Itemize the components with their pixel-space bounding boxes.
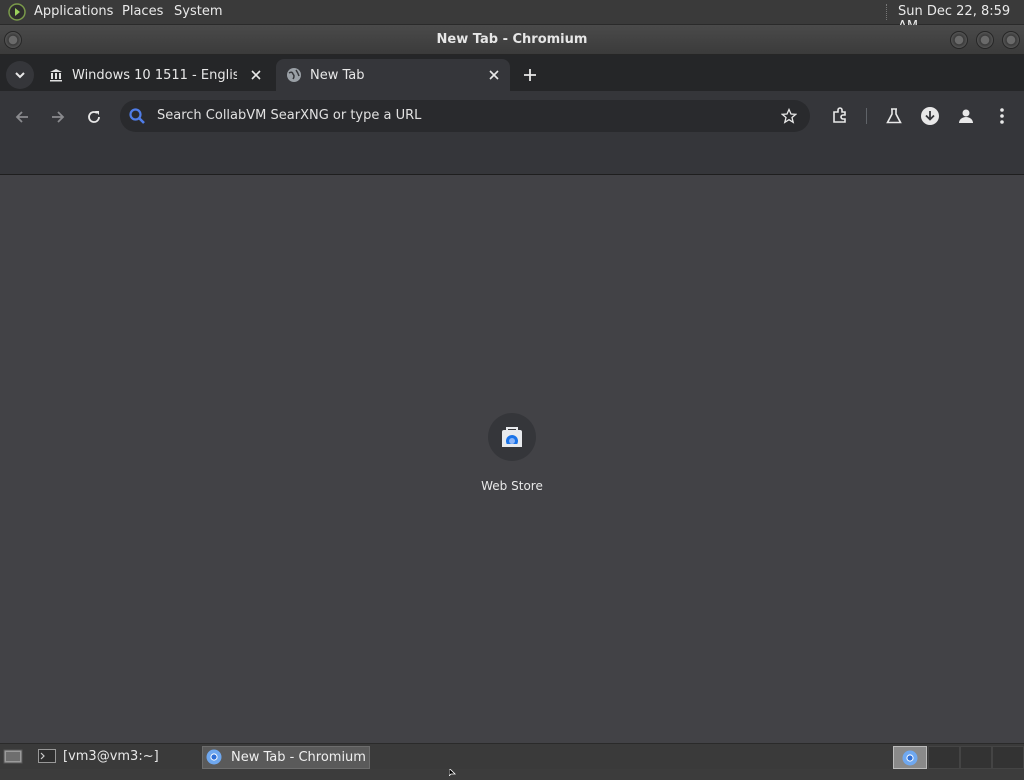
chromium-icon — [902, 750, 918, 765]
close-tab-icon[interactable] — [248, 67, 264, 83]
bottom-taskbar: [vm3@vm3:~] New Tab - Chromium — [0, 743, 1024, 769]
shortcut-label: Web Store — [481, 479, 543, 493]
bookmark-star-button[interactable] — [777, 104, 801, 128]
terminal-icon — [38, 749, 56, 763]
arrow-right-icon — [52, 111, 65, 123]
new-tab-button[interactable] — [520, 65, 540, 85]
task-terminal[interactable]: [vm3@vm3:~] — [34, 746, 194, 767]
menu-applications[interactable]: Applications — [34, 4, 113, 19]
window-title: New Tab - Chromium — [436, 32, 588, 47]
person-icon — [959, 109, 973, 123]
arrow-left-icon — [15, 111, 28, 123]
toolbar-separator — [866, 108, 867, 124]
forward-button[interactable] — [46, 105, 70, 129]
tab-title: New Tab — [310, 68, 365, 83]
menu-system[interactable]: System — [174, 4, 222, 19]
downloads-button[interactable] — [918, 104, 942, 128]
tab-new-tab[interactable]: New Tab — [276, 59, 510, 91]
panel-separator — [886, 4, 889, 20]
top-panel: Applications Places System Sun Dec 22, 8… — [0, 0, 1024, 34]
task-chromium[interactable]: New Tab - Chromium — [202, 746, 370, 769]
workspace-3[interactable] — [960, 746, 992, 769]
star-icon — [781, 108, 797, 124]
menu-places[interactable]: Places — [122, 4, 163, 19]
workspace-1[interactable] — [893, 746, 927, 769]
profile-button[interactable] — [954, 104, 978, 128]
search-icon — [128, 107, 146, 125]
close-window-button[interactable] — [1002, 31, 1020, 49]
globe-icon — [286, 67, 302, 83]
omnibox[interactable]: Search CollabVM SearXNG or type a URL — [120, 100, 810, 132]
back-button[interactable] — [10, 105, 34, 129]
tab-strip: Windows 10 1511 - English/F New Tab — [0, 55, 1024, 91]
maximize-button[interactable] — [976, 31, 994, 49]
plus-icon — [524, 69, 536, 81]
extensions-button[interactable] — [828, 104, 852, 128]
flask-icon — [886, 108, 902, 124]
task-label: New Tab - Chromium — [231, 750, 366, 765]
workspace-2[interactable] — [928, 746, 960, 769]
tab-windows-10[interactable]: Windows 10 1511 - English/F — [40, 59, 272, 91]
tab-search-button[interactable] — [6, 61, 34, 89]
workspace-4[interactable] — [992, 746, 1024, 769]
distro-logo-icon[interactable] — [8, 3, 26, 21]
download-icon — [921, 107, 939, 125]
bookmark-bar — [0, 139, 1024, 175]
menu-button[interactable] — [990, 104, 1014, 128]
task-label: [vm3@vm3:~] — [63, 749, 159, 764]
reload-button[interactable] — [82, 105, 106, 129]
omnibox-placeholder[interactable]: Search CollabVM SearXNG or type a URL — [157, 108, 421, 123]
reload-icon — [88, 111, 100, 123]
museum-icon — [49, 68, 63, 82]
window-titlebar[interactable]: New Tab - Chromium — [0, 25, 1024, 55]
show-desktop-icon[interactable] — [3, 747, 23, 765]
shortcut-tile — [488, 413, 536, 461]
minimize-button[interactable] — [950, 31, 968, 49]
labs-button[interactable] — [882, 104, 906, 128]
close-tab-icon[interactable] — [486, 67, 502, 83]
chromium-icon — [206, 749, 222, 765]
more-vert-icon — [1000, 108, 1004, 124]
shortcut-web-store[interactable]: Web Store — [472, 413, 552, 493]
web-store-icon — [502, 427, 522, 447]
chevron-down-icon — [15, 72, 25, 79]
puzzle-icon — [833, 107, 846, 123]
new-tab-page: Web Store — [0, 175, 1024, 777]
browser-toolbar: Search CollabVM SearXNG or type a URL — [0, 91, 1024, 139]
tab-title: Windows 10 1511 - English/F — [72, 68, 237, 83]
